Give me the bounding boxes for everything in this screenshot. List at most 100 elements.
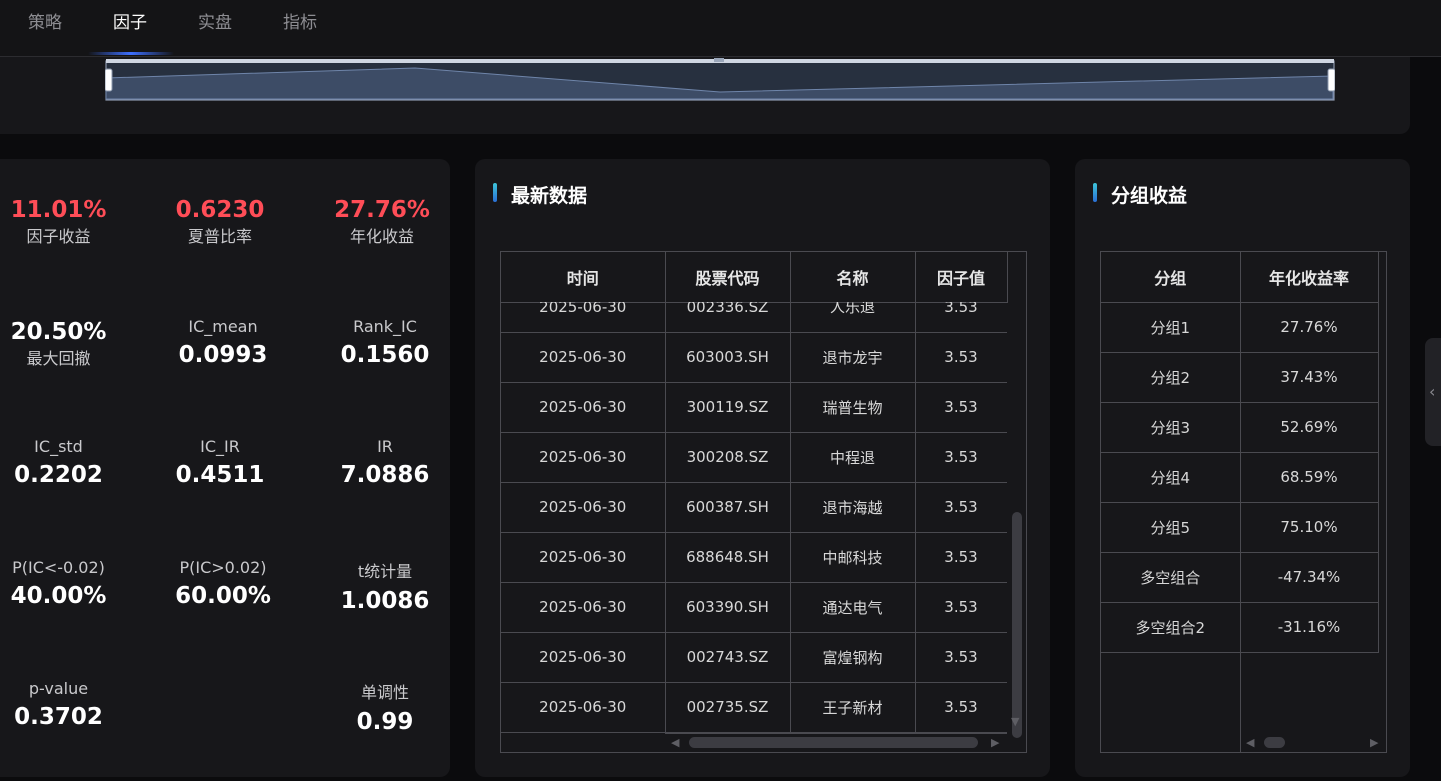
table-header-row: 分组 年化收益率 — [1101, 252, 1379, 303]
table-row[interactable]: 2025-06-30 603390.SH 通达电气 3.53 — [501, 582, 1007, 633]
metric-label: IR — [377, 437, 393, 456]
metric-label: 因子收益 — [26, 227, 91, 246]
metric-t-stat: t统计量 1.0086 — [325, 558, 445, 614]
metric-max-drawdown: 20.50% 最大回撤 — [0, 319, 117, 369]
column-header-factor[interactable]: 因子值 — [915, 252, 1008, 303]
metric-label: IC_std — [34, 437, 83, 456]
cell-group: 分组3 — [1101, 402, 1241, 453]
top-nav-bar: 策略 因子 实盘 指标 — [0, 0, 1441, 57]
cell-code: 002743.SZ — [665, 632, 791, 683]
metric-value: 27.76% — [334, 197, 430, 223]
arrow-right-icon[interactable]: ▶ — [991, 736, 999, 749]
table-row[interactable]: 2025-06-30 603003.SH 退市龙宇 3.53 — [501, 332, 1007, 383]
arrow-down-icon[interactable]: ▼ — [1011, 715, 1019, 728]
table-row[interactable]: 2025-06-30 600387.SH 退市海越 3.53 — [501, 482, 1007, 533]
cell-code: 300208.SZ — [665, 432, 791, 483]
zoom-drag-handle[interactable] — [714, 58, 724, 62]
cell-code: 002336.SZ — [665, 302, 791, 333]
metric-value: 0.99 — [356, 709, 414, 735]
table-row[interactable]: 分组5 75.10% — [1101, 502, 1379, 553]
table-row[interactable]: 多空组合2 -31.16% — [1101, 602, 1379, 653]
column-header-time[interactable]: 时间 — [501, 252, 666, 303]
table-row[interactable]: 2025-06-30 002735.SZ 王子新材 3.53 — [501, 682, 1007, 733]
tab-indicators[interactable]: 指标 — [283, 8, 317, 33]
arrow-right-icon[interactable]: ▶ — [1370, 736, 1378, 749]
metric-value: 0.6230 — [175, 197, 265, 223]
latest-data-panel: 最新数据 时间 股票代码 名称 因子值 2025-06-30 002336.SZ… — [475, 159, 1050, 777]
column-header-annual-return[interactable]: 年化收益率 — [1240, 252, 1379, 303]
horizontal-scrollbar-thumb[interactable] — [689, 737, 978, 748]
table-body-viewport[interactable]: 2025-06-30 002336.SZ 人乐退 3.53 2025-06-30 603… — [501, 302, 1007, 734]
vertical-scrollbar-thumb[interactable] — [1012, 512, 1022, 738]
metrics-panel: 11.01% 因子收益 0.6230 夏普比率 27.76% 年化收益 20.5… — [0, 159, 450, 777]
metric-value: 0.3702 — [14, 704, 103, 730]
cell-name: 中邮科技 — [790, 532, 916, 583]
column-header-name[interactable]: 名称 — [790, 252, 916, 303]
table-row[interactable]: 分组2 37.43% — [1101, 352, 1379, 403]
table-row[interactable]: 分组4 68.59% — [1101, 452, 1379, 503]
column-header-code[interactable]: 股票代码 — [665, 252, 791, 303]
cell-code: 603390.SH — [665, 582, 791, 633]
table-row[interactable]: 多空组合 -47.34% — [1101, 552, 1379, 603]
chart-zoom-slider[interactable] — [105, 58, 1335, 102]
table-row[interactable]: 2025-06-30 002743.SZ 富煌钢构 3.53 — [501, 632, 1007, 683]
group-returns-table: 分组 年化收益率 分组1 27.76% 分组2 37.43% 分组3 52.69% 分… — [1100, 251, 1387, 753]
cell-factor: 3.53 — [915, 632, 1007, 683]
group-returns-title: 分组收益 — [1093, 181, 1187, 208]
metric-value: 0.1560 — [340, 342, 430, 368]
cell-code: 600387.SH — [665, 482, 791, 533]
horizontal-scrollbar-thumb[interactable] — [1264, 737, 1285, 748]
table-row[interactable]: 分组3 52.69% — [1101, 402, 1379, 453]
cell-factor: 3.53 — [915, 332, 1007, 383]
zoom-handle-left[interactable] — [105, 68, 113, 92]
metric-p-ic-high: P(IC>0.02) 60.00% — [163, 558, 283, 609]
metric-value: 11.01% — [10, 197, 107, 223]
metric-label: 最大回撤 — [26, 349, 91, 368]
cell-time: 2025-06-30 — [501, 582, 666, 633]
metric-annual-return: 27.76% 年化收益 — [322, 197, 442, 247]
zoom-handle-right[interactable] — [1327, 68, 1335, 92]
column-divider — [1240, 652, 1241, 752]
cell-return: 52.69% — [1240, 402, 1379, 453]
tab-factor[interactable]: 因子 — [113, 8, 147, 33]
cell-time: 2025-06-30 — [501, 532, 666, 583]
arrow-left-icon[interactable]: ◀ — [1246, 736, 1254, 749]
metric-ir: IR 7.0886 — [325, 437, 445, 488]
table-row[interactable]: 2025-06-30 300119.SZ 瑞普生物 3.53 — [501, 382, 1007, 433]
cell-factor: 3.53 — [915, 582, 1007, 633]
side-collapse-handle[interactable]: ‹ — [1425, 338, 1441, 446]
cell-factor: 3.53 — [915, 302, 1007, 333]
cell-name: 通达电气 — [790, 582, 916, 633]
cell-time: 2025-06-30 — [501, 302, 666, 333]
metric-rank-ic: Rank_IC 0.1560 — [325, 317, 445, 368]
tab-strategy[interactable]: 策略 — [28, 8, 62, 33]
cell-group: 分组2 — [1101, 352, 1241, 403]
metric-label: 年化收益 — [349, 227, 414, 246]
cell-return: 37.43% — [1240, 352, 1379, 403]
cell-return: 68.59% — [1240, 452, 1379, 503]
table-header-row: 时间 股票代码 名称 因子值 — [501, 252, 1008, 303]
cell-group: 分组4 — [1101, 452, 1241, 503]
cell-name: 退市海越 — [790, 482, 916, 533]
column-divider — [1378, 252, 1379, 652]
metric-label: IC_mean — [188, 317, 258, 336]
tab-live[interactable]: 实盘 — [198, 8, 232, 33]
table-row[interactable]: 分组1 27.76% — [1101, 302, 1379, 353]
arrow-left-icon[interactable]: ◀ — [671, 736, 679, 749]
table-bottom-border — [665, 732, 1007, 734]
table-row[interactable]: 2025-06-30 300208.SZ 中程退 3.53 — [501, 432, 1007, 483]
table-row[interactable]: 2025-06-30 002336.SZ 人乐退 3.53 — [501, 302, 1007, 333]
cell-group: 分组1 — [1101, 302, 1241, 353]
table-row[interactable]: 2025-06-30 688648.SH 中邮科技 3.53 — [501, 532, 1007, 583]
cell-factor: 3.53 — [915, 382, 1007, 433]
chevron-left-icon: ‹ — [1429, 382, 1436, 401]
cell-time: 2025-06-30 — [501, 482, 666, 533]
metric-value: 0.4511 — [175, 462, 265, 488]
cell-factor: 3.53 — [915, 432, 1007, 483]
column-header-group[interactable]: 分组 — [1101, 252, 1241, 303]
cell-time: 2025-06-30 — [501, 432, 666, 483]
cell-factor: 3.53 — [915, 532, 1007, 583]
metric-sharpe: 0.6230 夏普比率 — [160, 197, 280, 247]
metric-monotonicity: 单调性 0.99 — [325, 679, 445, 735]
cell-name: 中程退 — [790, 432, 916, 483]
